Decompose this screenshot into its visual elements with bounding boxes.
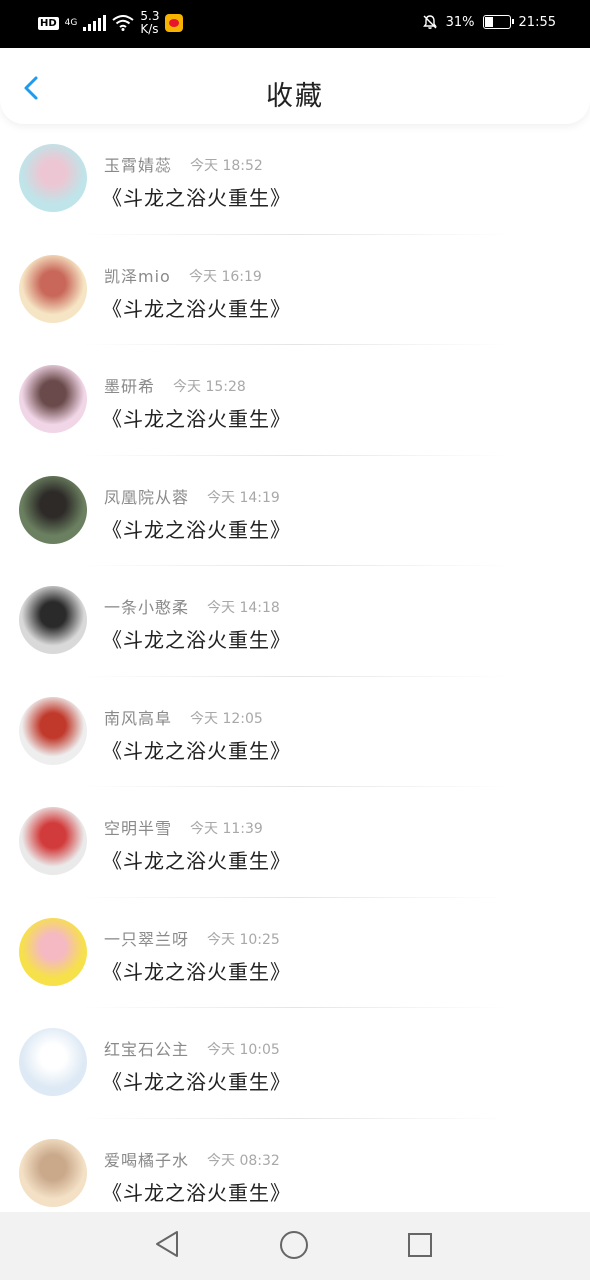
book-title: 《斗龙之浴火重生》 bbox=[102, 407, 291, 431]
favorite-time: 今天 12:05 bbox=[190, 710, 263, 727]
clock: 21:55 bbox=[518, 14, 556, 30]
favorite-time: 今天 16:19 bbox=[189, 268, 262, 285]
favorite-time: 今天 10:05 bbox=[207, 1042, 280, 1058]
network-type: 4G bbox=[64, 18, 78, 28]
circle-home-icon[interactable] bbox=[280, 1231, 308, 1259]
network-speed: 5.3 K/s bbox=[140, 10, 159, 36]
avatar[interactable] bbox=[19, 1138, 87, 1207]
system-nav-bar bbox=[0, 1212, 590, 1280]
favorite-time: 今天 18:52 bbox=[190, 158, 263, 174]
favorite-time: 今天 14:18 bbox=[207, 600, 280, 616]
avatar[interactable] bbox=[19, 917, 87, 986]
user-name: 一只翠兰呀 bbox=[104, 929, 190, 949]
favorite-item[interactable]: 空明半雪 今天 11:39 《斗龙之浴火重生》 bbox=[0, 787, 590, 898]
book-title: 《斗龙之浴火重生》 bbox=[102, 1180, 291, 1205]
avatar[interactable] bbox=[19, 807, 87, 875]
book-title: 《斗龙之浴火重生》 bbox=[102, 296, 291, 321]
page-title: 收藏 bbox=[266, 81, 324, 112]
favorite-time: 今天 15:28 bbox=[173, 379, 246, 395]
signal-icon bbox=[83, 15, 107, 31]
book-title: 《斗龙之浴火重生》 bbox=[102, 1070, 291, 1094]
square-recents-icon[interactable] bbox=[408, 1233, 432, 1257]
favorite-time: 今天 08:32 bbox=[207, 1152, 280, 1169]
triangle-back-icon[interactable] bbox=[153, 1229, 183, 1259]
weibo-notification-icon bbox=[165, 14, 184, 32]
favorite-item[interactable]: 墨研希 今天 15:28 《斗龙之浴火重生》 bbox=[0, 345, 590, 456]
book-title: 《斗龙之浴火重生》 bbox=[102, 849, 291, 873]
battery-fill bbox=[484, 17, 493, 27]
favorite-item[interactable]: 凯泽mio 今天 16:19 《斗龙之浴火重生》 bbox=[0, 235, 590, 345]
favorite-item[interactable]: 凤凰院从蓉 今天 14:19 《斗龙之浴火重生》 bbox=[0, 456, 590, 566]
book-title: 《斗龙之浴火重生》 bbox=[102, 959, 291, 984]
book-title: 《斗龙之浴火重生》 bbox=[102, 628, 291, 652]
avatar[interactable] bbox=[19, 254, 87, 323]
wifi-icon bbox=[112, 15, 134, 31]
speed-unit: K/s bbox=[140, 22, 159, 36]
favorite-item[interactable]: 一条小憨柔 今天 14:18 《斗龙之浴火重生》 bbox=[0, 566, 590, 677]
avatar[interactable] bbox=[19, 475, 87, 544]
avatar[interactable] bbox=[19, 144, 87, 212]
status-right: 31% 21:55 bbox=[422, 14, 556, 30]
user-name: 凤凰院从蓉 bbox=[104, 487, 190, 507]
avatar[interactable] bbox=[19, 1028, 87, 1096]
user-name: 凯泽mio bbox=[104, 266, 171, 286]
book-title: 《斗龙之浴火重生》 bbox=[102, 517, 291, 542]
favorites-list: 玉霄婧蕊 今天 18:52 《斗龙之浴火重生》 凯泽mio 今天 16:19 《斗龙之浴火… bbox=[0, 124, 590, 1229]
favorite-time: 今天 14:19 bbox=[207, 489, 280, 506]
avatar[interactable] bbox=[19, 696, 87, 765]
user-name: 玉霄婧蕊 bbox=[104, 156, 173, 175]
mute-bell-icon bbox=[422, 15, 437, 29]
user-name: 一条小憨柔 bbox=[104, 598, 190, 617]
user-name: 南风高阜 bbox=[104, 708, 173, 728]
favorite-item[interactable]: 红宝石公主 今天 10:05 《斗龙之浴火重生》 bbox=[0, 1008, 590, 1119]
avatar[interactable] bbox=[19, 586, 87, 654]
status-left: HD 4G 5.3 K/s bbox=[38, 10, 184, 36]
favorite-time: 今天 10:25 bbox=[207, 931, 280, 948]
battery-percent: 31% bbox=[445, 14, 475, 30]
user-name: 爱喝橘子水 bbox=[104, 1150, 190, 1170]
avatar[interactable] bbox=[19, 365, 87, 433]
book-title: 《斗龙之浴火重生》 bbox=[102, 186, 291, 210]
user-name: 墨研希 bbox=[104, 377, 156, 396]
user-name: 空明半雪 bbox=[104, 819, 173, 838]
book-title: 《斗龙之浴火重生》 bbox=[102, 738, 291, 763]
user-name: 红宝石公主 bbox=[104, 1040, 190, 1059]
favorite-item[interactable]: 南风高阜 今天 12:05 《斗龙之浴火重生》 bbox=[0, 677, 590, 787]
battery-icon bbox=[482, 15, 514, 29]
favorite-item[interactable]: 玉霄婧蕊 今天 18:52 《斗龙之浴火重生》 bbox=[0, 124, 590, 235]
favorite-item[interactable]: 一只翠兰呀 今天 10:25 《斗龙之浴火重生》 bbox=[0, 898, 590, 1008]
hd-badge: HD bbox=[38, 16, 59, 30]
favorite-time: 今天 11:39 bbox=[190, 821, 263, 837]
status-bar: HD 4G 5.3 K/s 31% 21:55 bbox=[0, 0, 590, 48]
app-header: 收藏 bbox=[0, 48, 590, 124]
